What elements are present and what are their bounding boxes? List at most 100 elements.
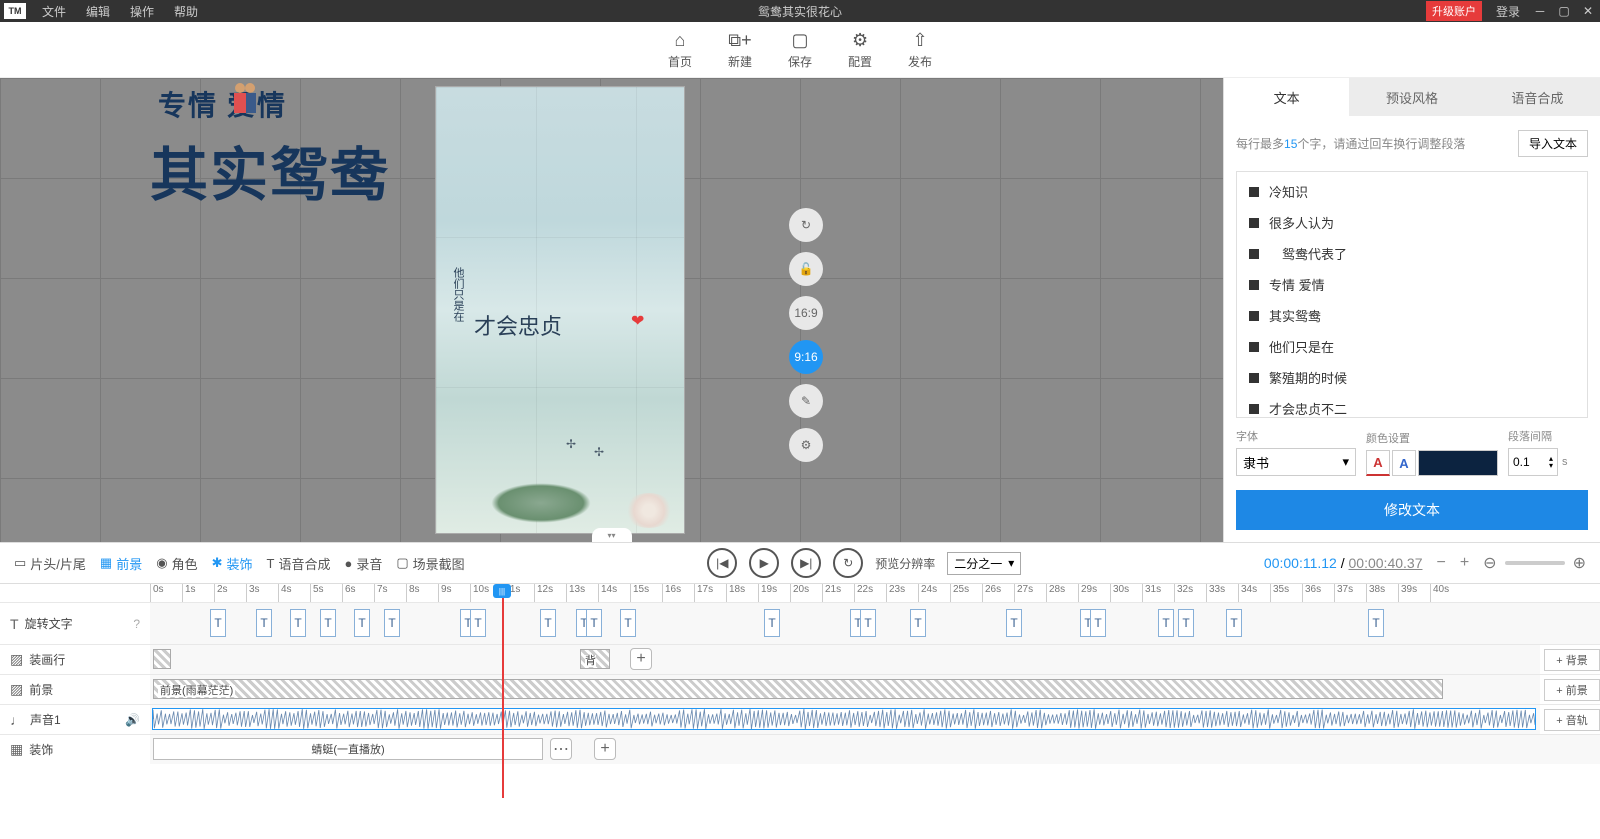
text-clip[interactable]: T bbox=[1178, 609, 1194, 637]
text-line[interactable]: 才会忠贞不二 bbox=[1237, 393, 1587, 418]
text-color-button-2[interactable]: A bbox=[1392, 450, 1416, 476]
canvas-edit-button[interactable]: ✎ bbox=[789, 384, 823, 418]
add-clip-button[interactable]: + bbox=[594, 738, 616, 760]
track-body[interactable]: 蜻蜓(一直播放) ⋯ + bbox=[150, 735, 1600, 764]
segment-装饰[interactable]: ✱装饰 bbox=[212, 554, 253, 573]
menu-edit[interactable]: 编辑 bbox=[76, 3, 120, 20]
preview-frame[interactable]: 他们只是在 才会忠贞 ❤ ✢ ✢ bbox=[435, 86, 685, 534]
track-body[interactable]: TTTTTTTTTTTTTTTTTTTTTTT bbox=[150, 603, 1600, 644]
text-clip[interactable]: T bbox=[210, 609, 226, 637]
text-clip[interactable]: T bbox=[470, 609, 486, 637]
menu-file[interactable]: 文件 bbox=[32, 3, 76, 20]
tool-new[interactable]: ⧉+新建 bbox=[728, 30, 752, 70]
text-lines-list[interactable]: 冷知识很多人认为 鸳鸯代表了专情 爱情其实鸳鸯他们只是在繁殖期的时候才会忠贞不二… bbox=[1236, 171, 1588, 418]
total-time[interactable]: 00:00:40.37 bbox=[1349, 555, 1423, 571]
segment-场景截图[interactable]: ▢场景截图 bbox=[396, 554, 464, 573]
text-line[interactable]: 专情 爱情 bbox=[1237, 269, 1587, 300]
text-clip[interactable]: T bbox=[384, 609, 400, 637]
tool-publish[interactable]: ⇧发布 bbox=[908, 30, 932, 70]
text-line[interactable]: 鸳鸯代表了 bbox=[1237, 238, 1587, 269]
add-audio-button[interactable]: + 音轨 bbox=[1544, 709, 1600, 731]
time-ruler[interactable]: 0s1s2s3s4s5s6s7s8s9s10s11s12s13s14s15s16… bbox=[0, 584, 1600, 602]
tab-text[interactable]: 文本 bbox=[1224, 78, 1349, 116]
canvas-area[interactable]: 专情 爱情 其实鸳鸯 他们只是在 才会忠贞 ❤ ✢ ✢ ↻ 🔓 16:9 9:1… bbox=[0, 78, 1223, 542]
fg-clip[interactable]: 前景(雨幕茫茫) bbox=[153, 679, 1443, 699]
tab-preset-style[interactable]: 预设风格 bbox=[1349, 78, 1474, 116]
text-line[interactable]: 其实鸳鸯 bbox=[1237, 300, 1587, 331]
spacing-input[interactable]: 0.1▴▾ bbox=[1508, 448, 1558, 476]
track-body[interactable]: 前景(雨幕茫茫) bbox=[150, 675, 1540, 704]
text-clip[interactable]: T bbox=[586, 609, 602, 637]
zoom-slider[interactable] bbox=[1505, 561, 1565, 565]
text-line[interactable]: 他们只是在 bbox=[1237, 331, 1587, 362]
segment-前景[interactable]: ▦前景 bbox=[100, 554, 142, 573]
track-body[interactable] bbox=[150, 705, 1540, 734]
next-button[interactable]: ▶| bbox=[791, 548, 821, 578]
tool-save[interactable]: ▢保存 bbox=[788, 30, 812, 70]
tab-tts[interactable]: 语音合成 bbox=[1475, 78, 1600, 116]
minimize-icon[interactable]: ─ bbox=[1528, 4, 1552, 18]
text-clip[interactable]: T bbox=[1368, 609, 1384, 637]
text-clip[interactable]: T bbox=[540, 609, 556, 637]
font-select[interactable]: 隶书▾ bbox=[1236, 448, 1356, 476]
time-minus[interactable]: − bbox=[1436, 554, 1445, 572]
loop-button[interactable]: ↻ bbox=[833, 548, 863, 578]
text-clip[interactable]: T bbox=[910, 609, 926, 637]
time-plus[interactable]: + bbox=[1460, 554, 1469, 572]
canvas-collapse-handle[interactable]: ▾▾ bbox=[592, 528, 632, 542]
text-clip[interactable]: T bbox=[1158, 609, 1174, 637]
text-clip[interactable]: T bbox=[1090, 609, 1106, 637]
prev-button[interactable]: |◀ bbox=[707, 548, 737, 578]
text-clip[interactable]: T bbox=[1226, 609, 1242, 637]
track-body[interactable]: 背+ bbox=[150, 645, 1540, 674]
close-icon[interactable]: ✕ bbox=[1576, 4, 1600, 18]
segment-角色[interactable]: ◉角色 bbox=[156, 554, 197, 573]
menu-action[interactable]: 操作 bbox=[120, 3, 164, 20]
add-clip-button[interactable]: + bbox=[630, 648, 652, 670]
text-line[interactable]: 冷知识 bbox=[1237, 176, 1587, 207]
text-clip[interactable]: T bbox=[860, 609, 876, 637]
add-fg-button[interactable]: + 前景 bbox=[1544, 679, 1600, 701]
tool-home[interactable]: ⌂首页 bbox=[668, 30, 692, 70]
upgrade-button[interactable]: 升级账户 bbox=[1426, 1, 1482, 21]
canvas-lock-button[interactable]: 🔓 bbox=[789, 252, 823, 286]
modify-text-button[interactable]: 修改文本 bbox=[1236, 490, 1588, 530]
speaker-icon[interactable]: 🔊 bbox=[125, 713, 140, 727]
deco-clip[interactable]: 蜻蜓(一直播放) bbox=[153, 738, 543, 760]
audio-clip[interactable] bbox=[152, 708, 1536, 730]
text-clip[interactable]: T bbox=[290, 609, 306, 637]
text-clip[interactable]: T bbox=[354, 609, 370, 637]
help-icon[interactable]: ? bbox=[133, 617, 140, 631]
color-swatch[interactable] bbox=[1418, 450, 1498, 476]
text-color-button[interactable]: A bbox=[1366, 450, 1390, 476]
zoom-in-icon[interactable]: ⊕ bbox=[1573, 553, 1586, 573]
zoom-out-icon[interactable]: ⊖ bbox=[1483, 553, 1496, 573]
login-button[interactable]: 登录 bbox=[1488, 3, 1528, 20]
segment-片头/片尾[interactable]: ▭片头/片尾 bbox=[14, 554, 86, 573]
clip-menu-button[interactable]: ⋯ bbox=[550, 738, 572, 760]
text-clip[interactable]: T bbox=[620, 609, 636, 637]
import-text-button[interactable]: 导入文本 bbox=[1518, 130, 1588, 157]
text-clip[interactable]: T bbox=[764, 609, 780, 637]
text-clip[interactable]: T bbox=[320, 609, 336, 637]
canvas-ratio-9-16[interactable]: 9:16 bbox=[789, 340, 823, 374]
menu-help[interactable]: 帮助 bbox=[164, 3, 208, 20]
maximize-icon[interactable]: ▢ bbox=[1552, 4, 1576, 18]
text-line[interactable]: 繁殖期的时候 bbox=[1237, 362, 1587, 393]
add-bg-button[interactable]: + 背景 bbox=[1544, 649, 1600, 671]
tool-config[interactable]: ⚙配置 bbox=[848, 30, 872, 70]
text-clip[interactable]: T bbox=[256, 609, 272, 637]
text-clip[interactable]: T bbox=[1006, 609, 1022, 637]
bg-clip[interactable]: 背 bbox=[580, 649, 610, 669]
playhead[interactable]: ||| bbox=[493, 584, 511, 598]
play-button[interactable]: ▶ bbox=[749, 548, 779, 578]
bg-clip[interactable] bbox=[153, 649, 171, 669]
resolution-select[interactable]: 二分之一▾ bbox=[947, 552, 1021, 575]
canvas-settings-button[interactable]: ⚙ bbox=[789, 428, 823, 462]
canvas-ratio-16-9[interactable]: 16:9 bbox=[789, 296, 823, 330]
segment-语音合成[interactable]: T语音合成 bbox=[267, 554, 331, 573]
ruler-tick: 27s bbox=[1014, 584, 1046, 602]
canvas-rotate-button[interactable]: ↻ bbox=[789, 208, 823, 242]
text-line[interactable]: 很多人认为 bbox=[1237, 207, 1587, 238]
segment-录音[interactable]: ●录音 bbox=[344, 554, 382, 573]
